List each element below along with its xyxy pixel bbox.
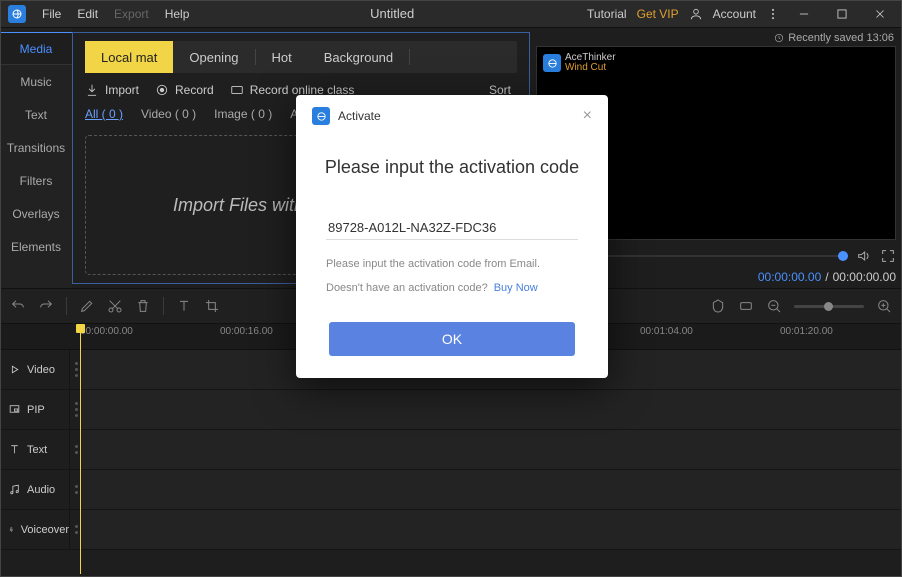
clock-icon — [774, 33, 784, 43]
zoom-out-icon[interactable] — [766, 298, 782, 314]
account-link[interactable]: Account — [713, 7, 756, 21]
filter-all[interactable]: All ( 0 ) — [85, 107, 123, 121]
delete-icon[interactable] — [135, 298, 151, 314]
brand-badge: AceThinkerWind Cut — [543, 53, 616, 73]
window-title: Untitled — [197, 6, 587, 21]
scrub-thumb[interactable] — [838, 251, 848, 261]
import-label: Import — [105, 83, 139, 97]
separator — [66, 297, 67, 315]
track-label: Video — [27, 364, 55, 376]
tab-local[interactable]: Local mat — [85, 41, 173, 73]
marker-icon[interactable] — [710, 298, 726, 314]
rail-media[interactable]: Media — [0, 32, 72, 65]
dialog-close-button[interactable]: × — [583, 107, 592, 125]
track-label: PIP — [27, 404, 45, 416]
ruler-tick: 00:00:00.00 — [80, 326, 133, 337]
close-button[interactable] — [866, 4, 894, 24]
track-pip[interactable]: PIP — [0, 390, 902, 430]
video-icon — [8, 363, 21, 376]
dialog-hint: Please input the activation code from Em… — [326, 258, 578, 270]
media-tabs: Local mat Opening Hot Background — [85, 41, 517, 73]
import-button[interactable]: Import — [85, 83, 139, 97]
rail-transitions[interactable]: Transitions — [0, 131, 72, 164]
minimize-button[interactable] — [790, 4, 818, 24]
app-icon — [8, 5, 26, 23]
brand-line2: Wind Cut — [565, 63, 616, 73]
crop-icon[interactable] — [204, 298, 220, 314]
filter-video[interactable]: Video ( 0 ) — [141, 107, 196, 121]
track-label: Voiceover — [21, 524, 69, 536]
tutorial-link[interactable]: Tutorial — [587, 7, 627, 21]
zoom-in-icon[interactable] — [876, 298, 892, 314]
saved-indicator: Recently saved 13:06 — [536, 32, 896, 46]
undo-icon[interactable] — [10, 298, 26, 314]
activation-dialog: Activate × Please input the activation c… — [296, 95, 608, 378]
track-voiceover[interactable]: Voiceover — [0, 510, 902, 550]
rail-text[interactable]: Text — [0, 98, 72, 131]
tab-separator — [409, 49, 410, 65]
time-sep: / — [825, 270, 828, 284]
edit-icon[interactable] — [79, 298, 95, 314]
pip-icon — [8, 403, 21, 416]
volume-icon[interactable] — [856, 248, 872, 264]
ok-button[interactable]: OK — [329, 322, 575, 356]
rail-overlays[interactable]: Overlays — [0, 197, 72, 230]
tab-hot[interactable]: Hot — [256, 41, 308, 73]
dialog-heading: Please input the activation code — [312, 157, 592, 178]
filter-image[interactable]: Image ( 0 ) — [214, 107, 272, 121]
brand-icon — [543, 54, 561, 72]
menubar: File Edit Export Help Untitled Tutorial … — [0, 0, 902, 28]
dialog-icon — [312, 107, 330, 125]
time-total: 00:00:00.00 — [833, 270, 896, 284]
zoom-thumb[interactable] — [824, 302, 833, 311]
tab-opening[interactable]: Opening — [173, 41, 254, 73]
account-icon[interactable] — [689, 7, 703, 21]
rail-music[interactable]: Music — [0, 65, 72, 98]
time-current: 00:00:00.00 — [758, 270, 821, 284]
ruler-tick: 00:01:20.00 — [780, 326, 833, 337]
track-text[interactable]: Text — [0, 430, 902, 470]
record-button[interactable]: Record — [155, 83, 214, 97]
record-label: Record — [175, 83, 214, 97]
maximize-button[interactable] — [828, 4, 856, 24]
ruler-tick: 00:00:16.00 — [220, 326, 273, 337]
microphone-icon — [8, 523, 15, 536]
menu-edit[interactable]: Edit — [69, 7, 106, 21]
separator — [163, 297, 164, 315]
track-label: Text — [27, 444, 47, 456]
tab-background[interactable]: Background — [308, 41, 409, 73]
redo-icon[interactable] — [38, 298, 54, 314]
rail-elements[interactable]: Elements — [0, 230, 72, 263]
ruler-tick: 00:01:04.00 — [640, 326, 693, 337]
more-icon[interactable] — [766, 7, 780, 21]
get-vip-link[interactable]: Get VIP — [637, 7, 679, 21]
fullscreen-icon[interactable] — [880, 248, 896, 264]
menu-file[interactable]: File — [34, 7, 69, 21]
menu-help[interactable]: Help — [157, 7, 198, 21]
dialog-title: Activate — [338, 109, 381, 123]
track-label: Audio — [27, 484, 55, 496]
playhead[interactable] — [80, 324, 81, 574]
cut-icon[interactable] — [107, 298, 123, 314]
track-audio[interactable]: Audio — [0, 470, 902, 510]
text-tool-icon[interactable] — [176, 298, 192, 314]
fit-icon[interactable] — [738, 298, 754, 314]
audio-icon — [8, 483, 21, 496]
text-icon — [8, 443, 21, 456]
buy-now-link[interactable]: Buy Now — [494, 282, 538, 294]
rail-filters[interactable]: Filters — [0, 164, 72, 197]
menu-export: Export — [106, 7, 157, 21]
dialog-question: Doesn't have an activation code?Buy Now — [326, 282, 578, 294]
side-rail: Media Music Text Transitions Filters Ove… — [0, 28, 72, 288]
zoom-slider[interactable] — [794, 305, 864, 308]
activation-code-input[interactable] — [326, 216, 578, 240]
